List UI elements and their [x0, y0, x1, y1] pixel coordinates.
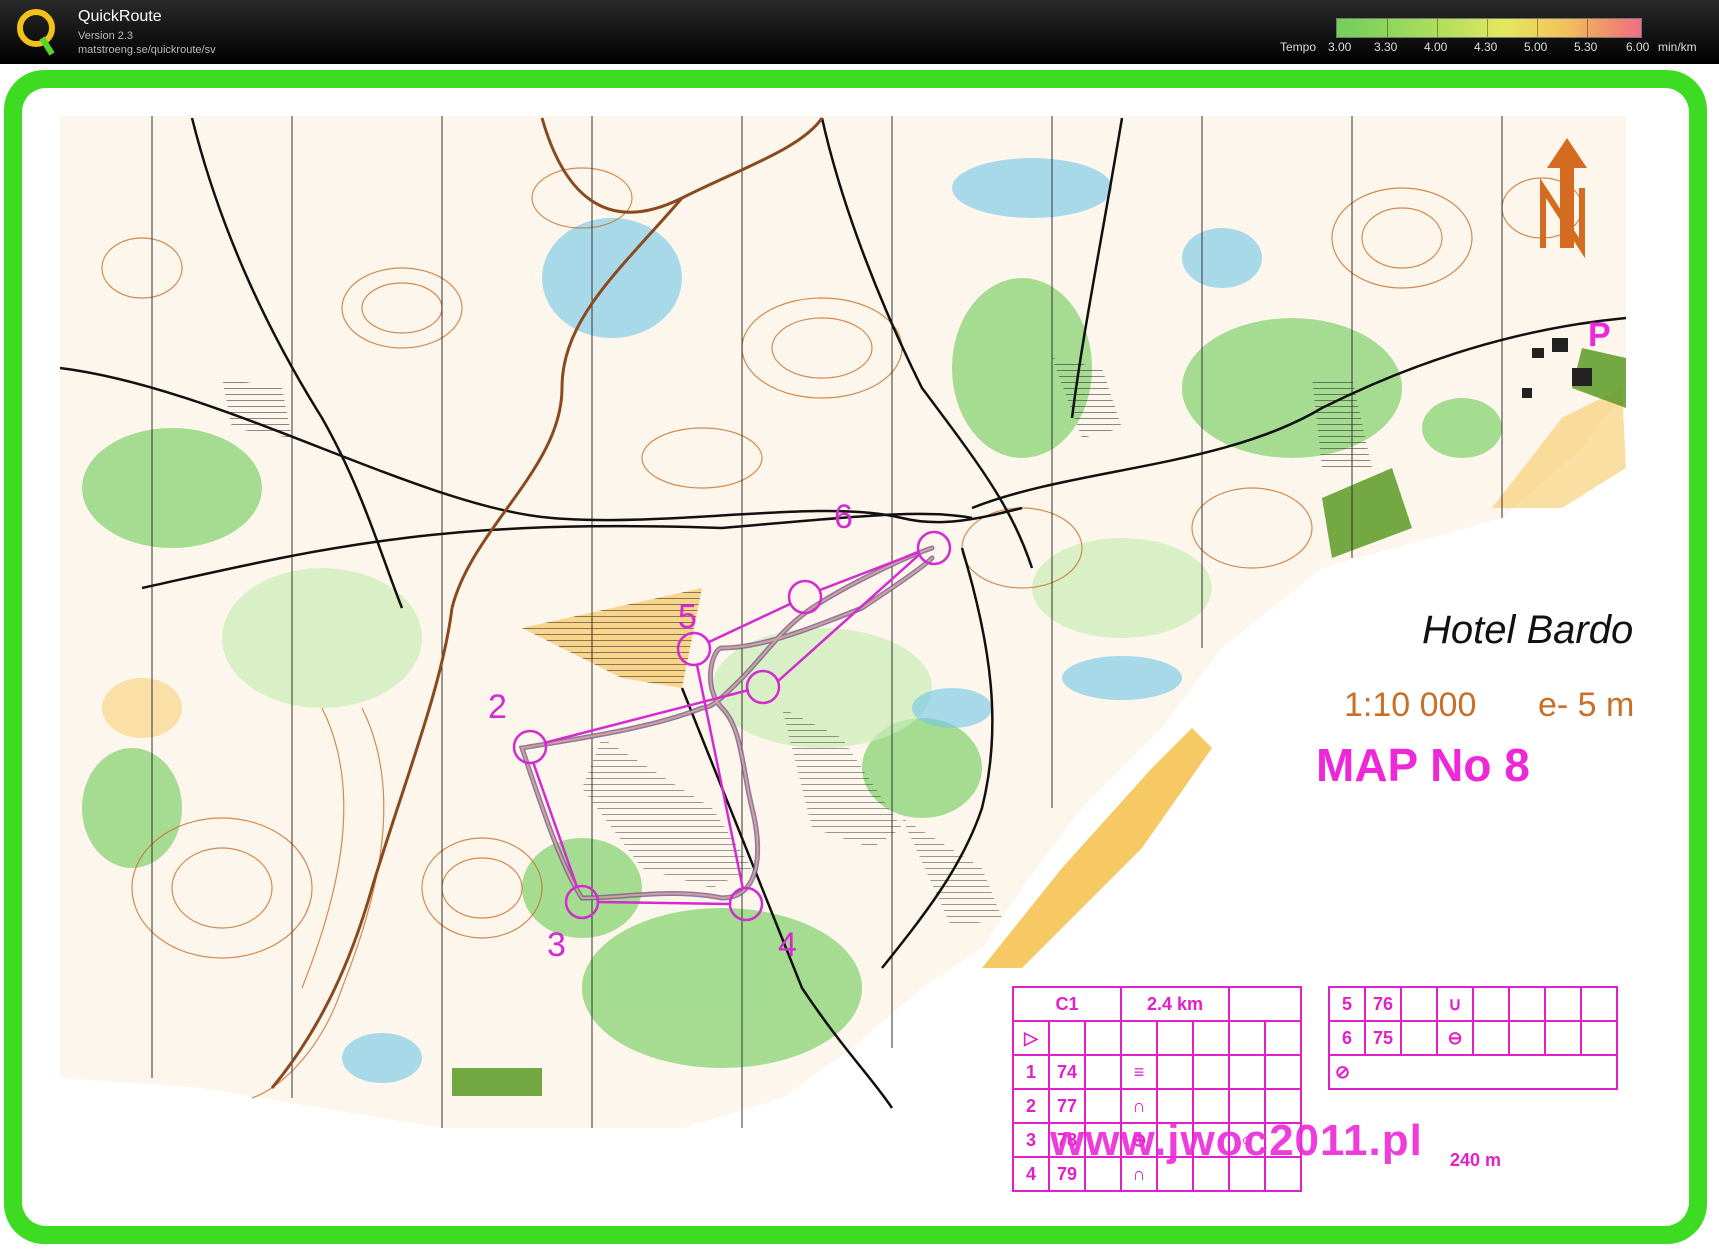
tempo-label: 4.00 — [1424, 40, 1448, 54]
tempo-label: 5.30 — [1574, 40, 1598, 54]
contour-interval: e- 5 m — [1538, 686, 1635, 724]
tempo-label: 3.00 — [1328, 40, 1352, 54]
control-number-5: 5 — [678, 598, 697, 636]
course-name: C1 — [1012, 986, 1122, 1022]
map-number: MAP No 8 — [1316, 739, 1530, 791]
app-url: matstroeng.se/quickroute/sv — [78, 44, 216, 56]
finish-leg-length: 240 m — [1450, 1150, 1502, 1170]
tempo-prefix: Tempo — [1280, 40, 1317, 54]
title-bar: QuickRoute Version 2.3 matstroeng.se/qui… — [0, 0, 1719, 64]
control-description-right: 5 76 ∪ 6 75 ⊖ ⊘ — [1328, 986, 1618, 1090]
app-title: QuickRoute — [78, 8, 162, 25]
map-scale: 1:10 000 — [1344, 686, 1477, 724]
control-number-3: 3 — [547, 926, 566, 964]
watermark: www.jwoc2011.pl — [1050, 1116, 1423, 1165]
map-title: Hotel Bardo — [1422, 608, 1634, 652]
control-number-4: 4 — [778, 926, 797, 964]
start-triangle-icon: ▷ — [1012, 1020, 1050, 1056]
map-frame: P 2 3 4 5 6 Hotel Bardo 1:10 000 e- 5 m … — [4, 70, 1707, 1244]
tempo-label: 5.00 — [1524, 40, 1548, 54]
tempo-label: 6.00 — [1626, 40, 1650, 54]
control-number-6: 6 — [834, 498, 853, 536]
course-length: 2.4 km — [1120, 986, 1230, 1022]
finish-row: ⊘ — [1328, 1054, 1618, 1090]
depression-icon: ⊖ — [1436, 1020, 1474, 1056]
app-version: Version 2.3 — [78, 30, 134, 42]
parking-symbol: P — [1588, 316, 1611, 354]
tempo-unit: min/km — [1658, 40, 1697, 54]
gully-icon: ∪ — [1436, 986, 1474, 1022]
control-number-2: 2 — [488, 688, 507, 726]
map-canvas[interactable]: P 2 3 4 5 6 Hotel Bardo 1:10 000 e- 5 m … — [22, 88, 1689, 1226]
symbol-icon: ≡ — [1120, 1054, 1158, 1090]
quickroute-logo-icon — [17, 9, 55, 56]
tempo-label: 4.30 — [1474, 40, 1498, 54]
tempo-color-scale — [1336, 18, 1642, 38]
tempo-label: 3.30 — [1374, 40, 1398, 54]
